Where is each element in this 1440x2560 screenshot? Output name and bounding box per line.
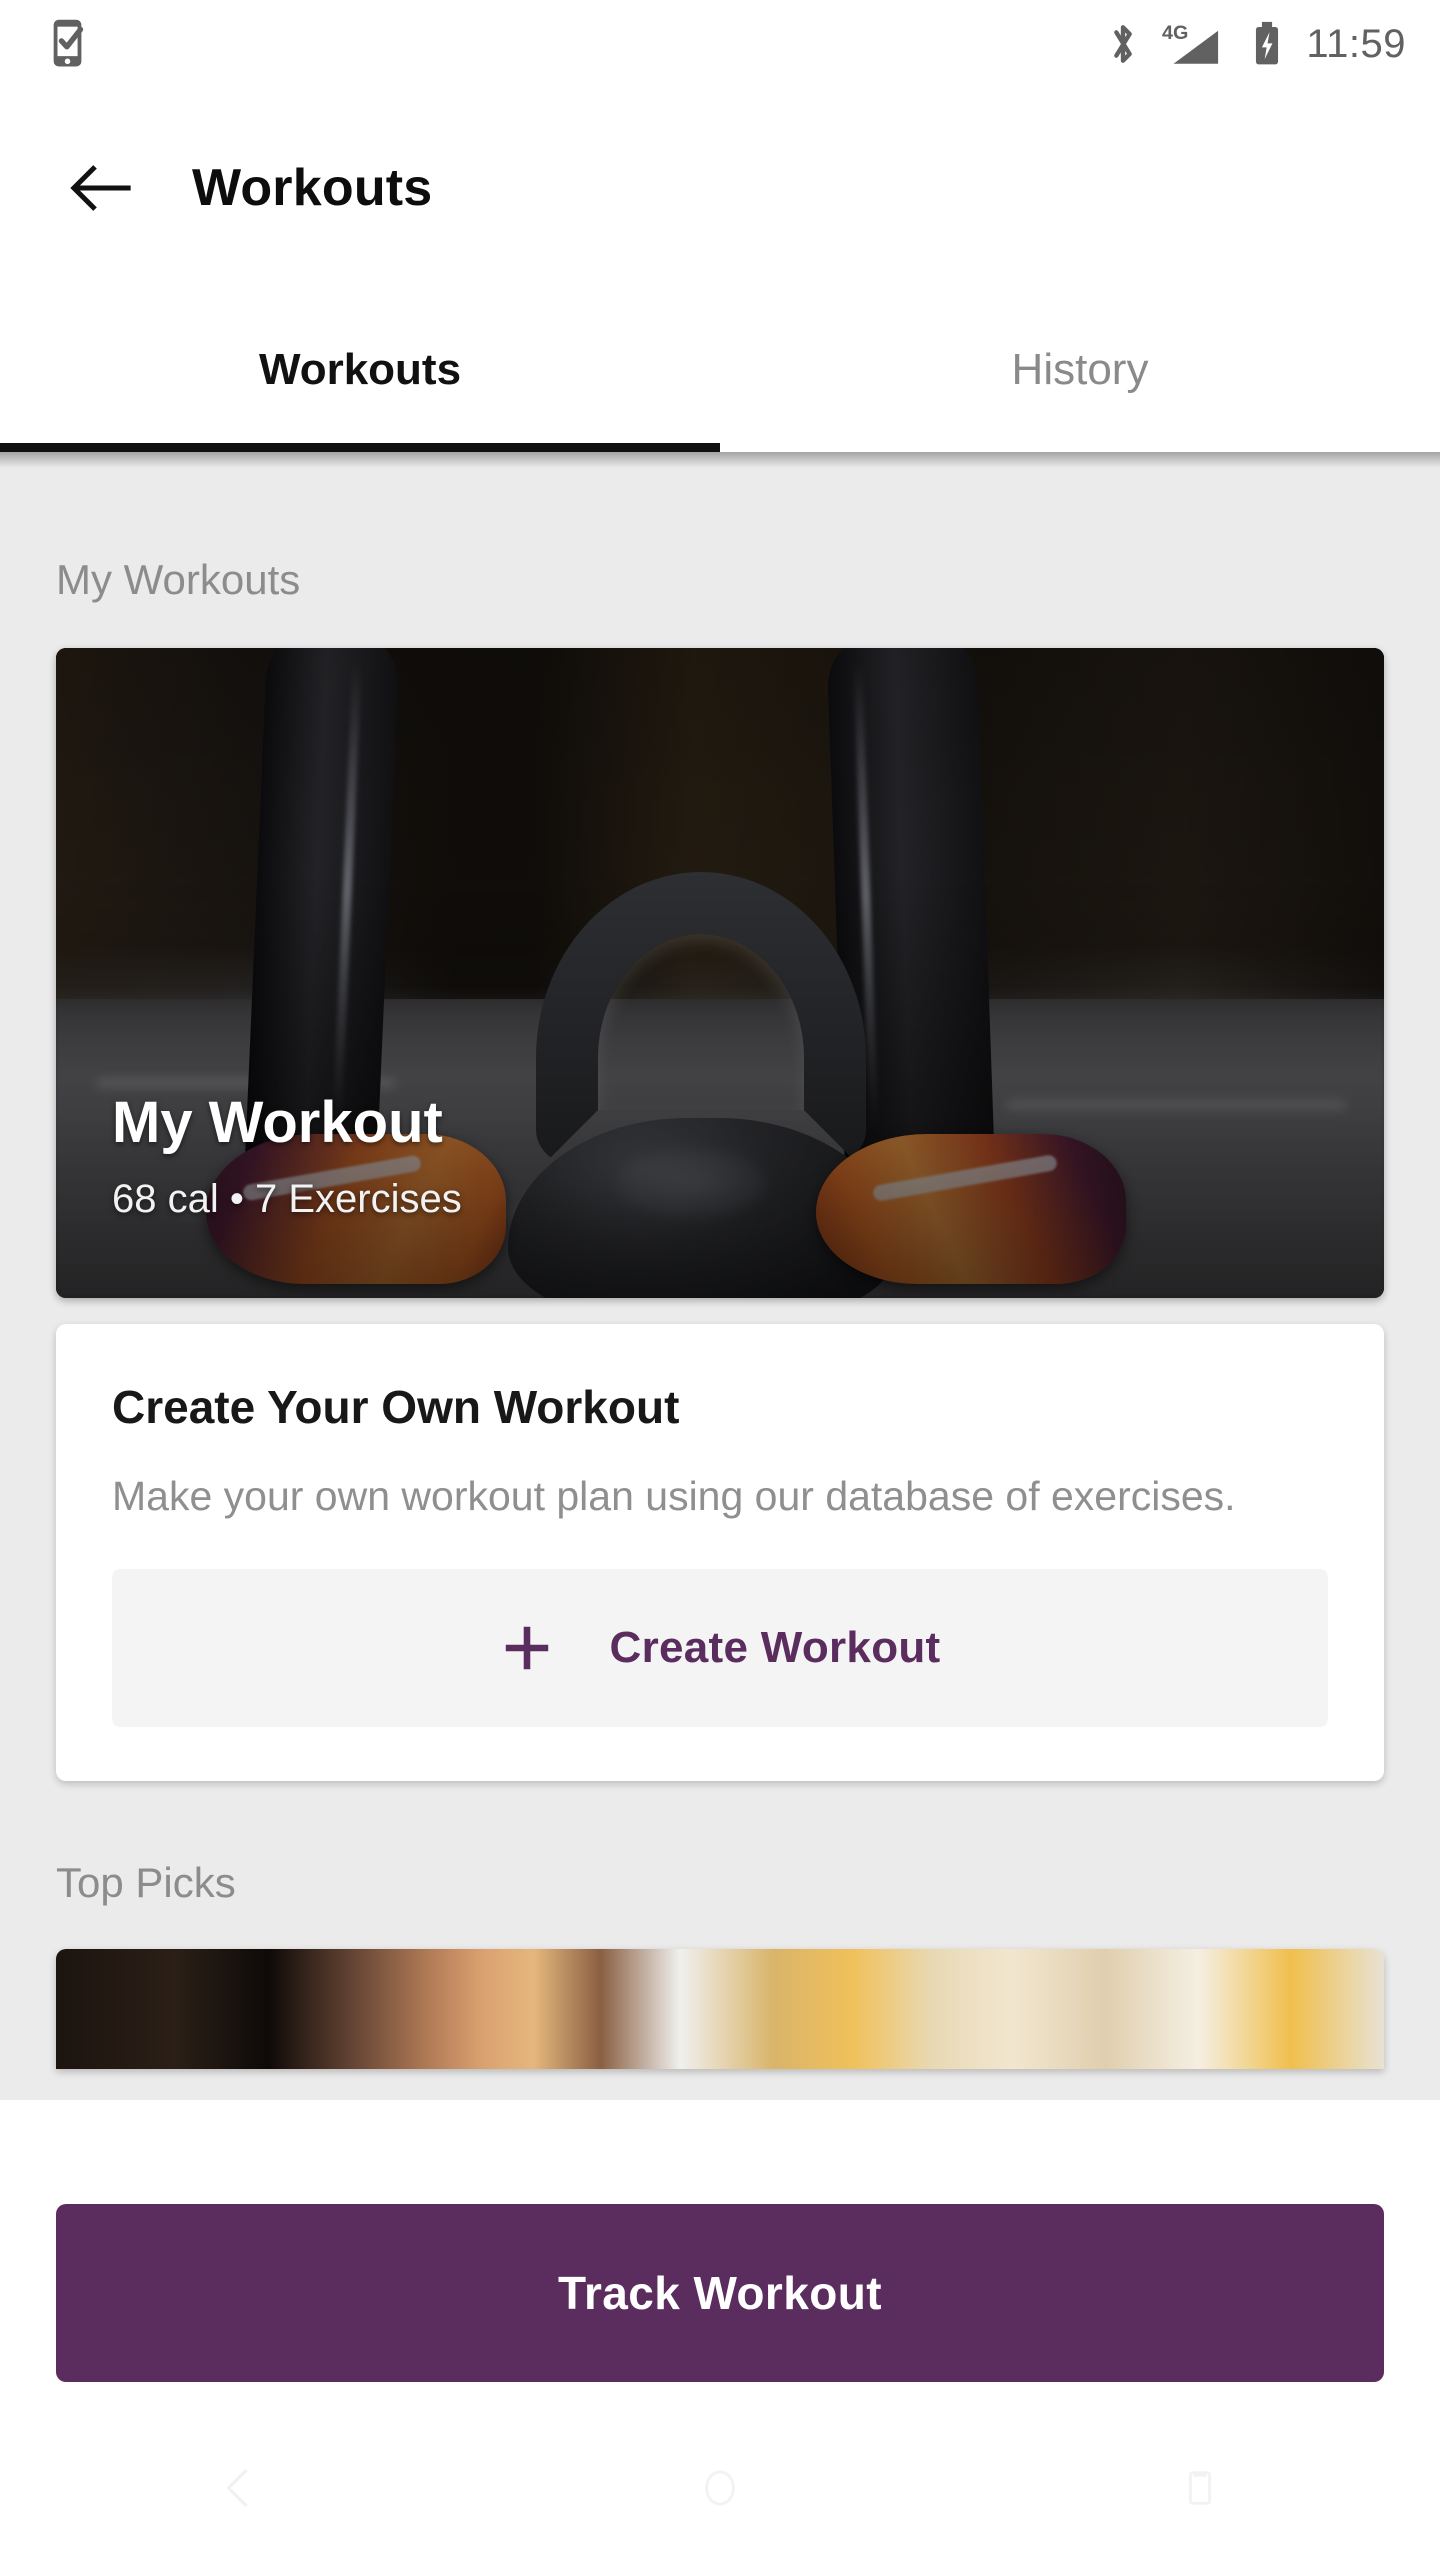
mobile-check-icon: [50, 18, 92, 70]
android-nav-bar: [0, 2420, 1440, 2560]
scroll-content[interactable]: My Workouts: [0, 452, 1440, 2100]
create-workout-button[interactable]: Create Workout: [112, 1569, 1328, 1727]
track-workout-button[interactable]: Track Workout: [56, 2204, 1384, 2382]
create-card-title: Create Your Own Workout: [112, 1380, 1328, 1434]
tab-history-label: History: [1012, 345, 1149, 395]
hero-workout-meta: 68 cal • 7 Exercises: [112, 1177, 462, 1222]
status-bar-right: 4G 11:59: [1106, 18, 1406, 70]
svg-text:4G: 4G: [1162, 22, 1188, 44]
battery-charging-icon: [1250, 18, 1284, 70]
section-header-my-workouts: My Workouts: [56, 556, 1440, 604]
status-bar-left: [50, 18, 92, 70]
phone-screen: 4G 11:59 Workouts Workouts: [0, 0, 1440, 2560]
nav-recents-button[interactable]: [960, 2465, 1440, 2516]
hero-workout-title: My Workout: [112, 1091, 462, 1155]
app-bar: Workouts: [0, 88, 1440, 288]
tab-workouts-label: Workouts: [259, 345, 461, 395]
status-bar: 4G 11:59: [0, 0, 1440, 88]
tab-bar: Workouts History: [0, 288, 1440, 452]
bluetooth-icon: [1106, 19, 1140, 69]
create-workout-card: Create Your Own Workout Make your own wo…: [56, 1324, 1384, 1781]
nav-home-button[interactable]: [480, 2465, 960, 2516]
track-workout-button-label: Track Workout: [558, 2266, 882, 2320]
tab-active-indicator: [0, 443, 720, 452]
tab-history[interactable]: History: [720, 288, 1440, 452]
status-bar-clock: 11:59: [1306, 22, 1406, 67]
create-workout-button-label: Create Workout: [610, 1623, 941, 1673]
page-title: Workouts: [192, 158, 432, 218]
create-card-description: Make your own workout plan using our dat…: [112, 1468, 1328, 1525]
nav-recents-icon: [1177, 2465, 1223, 2516]
nav-home-icon: [697, 2465, 743, 2516]
my-workout-card[interactable]: My Workout 68 cal • 7 Exercises: [56, 648, 1384, 1298]
top-picks-card[interactable]: [56, 1949, 1384, 2069]
bottom-action-bar: Track Workout: [0, 2100, 1440, 2420]
plus-icon: [500, 1621, 554, 1675]
back-button[interactable]: [46, 133, 156, 243]
nav-back-icon: [217, 2465, 263, 2516]
hero-text-group: My Workout 68 cal • 7 Exercises: [112, 1091, 462, 1222]
nav-back-button[interactable]: [0, 2465, 480, 2516]
signal-4g-icon: 4G: [1162, 18, 1228, 70]
section-header-top-picks: Top Picks: [56, 1859, 1440, 1907]
tab-workouts[interactable]: Workouts: [0, 288, 720, 452]
